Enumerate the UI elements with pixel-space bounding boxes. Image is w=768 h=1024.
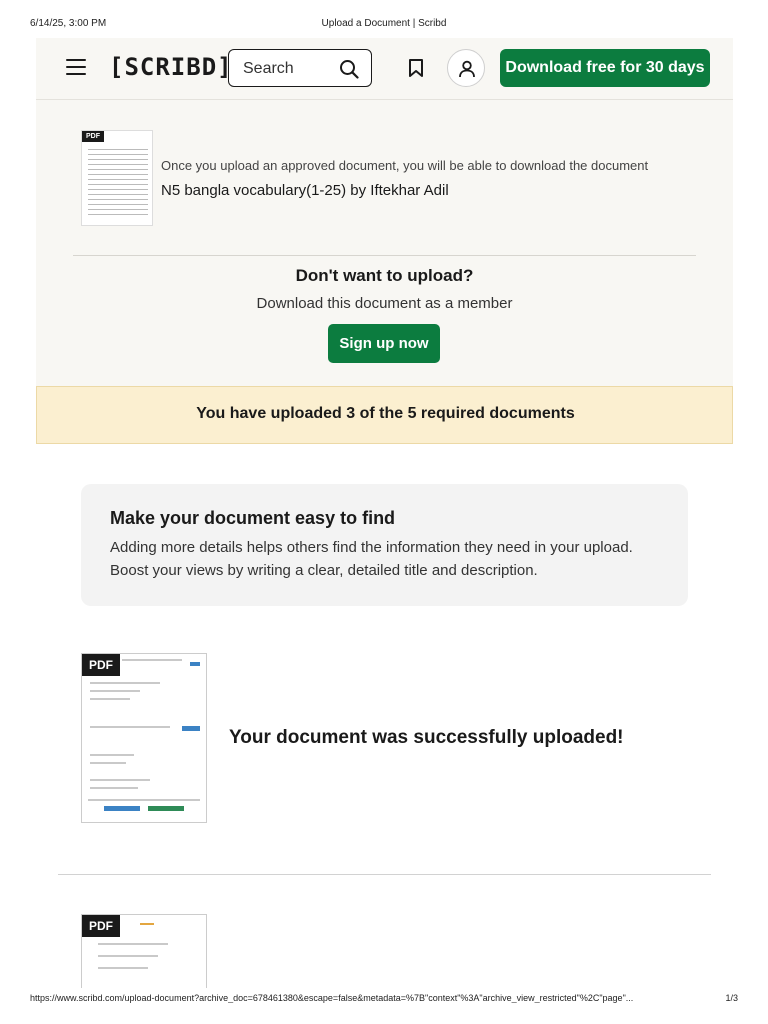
hamburger-menu-icon[interactable]	[66, 59, 86, 77]
thumbnail-line	[90, 787, 138, 789]
search-icon[interactable]	[339, 59, 359, 79]
thumbnail-line	[98, 967, 148, 969]
thumbnail-button	[190, 662, 200, 666]
thumbnail-line	[98, 943, 168, 945]
print-footer: https://www.scribd.com/upload-document?a…	[0, 993, 768, 1007]
thumbnail-line	[90, 762, 126, 764]
thumbnail-line	[90, 682, 160, 684]
document-tip-card: Make your document easy to find Adding m…	[81, 484, 688, 606]
member-download-text: Download this document as a member	[256, 295, 513, 312]
pdf-badge: PDF	[82, 915, 120, 937]
download-free-button[interactable]: Download free for 30 days	[500, 49, 710, 87]
scribd-page: [SCRIBD] Search Download free for 30 day…	[36, 38, 733, 988]
document-thumbnail: PDF	[81, 130, 153, 226]
upload-progress-text: You have uploaded 3 of the 5 required do…	[196, 405, 575, 422]
thumbnail-button	[104, 806, 140, 811]
dont-want-upload-heading: Don't want to upload?	[295, 266, 474, 285]
bookmark-icon[interactable]	[407, 58, 425, 78]
account-button[interactable]	[447, 49, 485, 87]
upload-prompt-section: PDF Once you upload an approved document…	[36, 100, 733, 386]
thumbnail-line	[90, 690, 140, 692]
tip-line-1: Adding more details helps others find th…	[110, 539, 633, 556]
top-navigation-bar: [SCRIBD] Search Download free for 30 day…	[36, 38, 733, 100]
upload-instruction-text: Once you upload an approved document, yo…	[161, 158, 649, 173]
uploaded-document-thumbnail[interactable]: PDF	[81, 653, 207, 823]
thumbnail-line	[90, 726, 170, 728]
thumbnail-line	[88, 799, 200, 801]
thumbnail-button	[182, 726, 200, 731]
thumbnail-button	[148, 806, 184, 811]
document-title: N5 bangla vocabulary(1-25) by Iftekhar A…	[161, 182, 449, 199]
print-url: https://www.scribd.com/upload-document?a…	[30, 993, 634, 1003]
divider	[73, 255, 696, 256]
search-input[interactable]: Search	[228, 49, 372, 87]
pdf-badge: PDF	[82, 131, 104, 142]
thumbnail-logo-mark	[140, 923, 154, 925]
thumbnail-table-preview	[88, 145, 148, 215]
user-icon	[459, 60, 475, 78]
search-placeholder: Search	[243, 60, 294, 77]
thumbnail-line	[90, 779, 150, 781]
pdf-badge: PDF	[82, 654, 120, 676]
upload-progress-banner: You have uploaded 3 of the 5 required do…	[36, 386, 733, 444]
thumbnail-line	[90, 698, 130, 700]
scribd-logo[interactable]: [SCRIBD]	[109, 53, 233, 81]
tip-title: Make your document easy to find	[110, 508, 396, 528]
thumbnail-line	[98, 955, 158, 957]
thumbnail-line	[90, 754, 134, 756]
thumbnail-line	[122, 659, 182, 661]
sign-up-button[interactable]: Sign up now	[328, 324, 440, 363]
tip-line-2: Boost your views by writing a clear, det…	[110, 562, 538, 579]
divider	[58, 874, 711, 875]
upload-success-message: Your document was successfully uploaded!	[229, 727, 624, 748]
uploaded-document-thumbnail[interactable]: PDF	[81, 914, 207, 988]
print-page-number: 1/3	[725, 993, 738, 1003]
print-header: 6/14/25, 3:00 PM Upload a Document | Scr…	[0, 18, 768, 32]
print-page-title: Upload a Document | Scribd	[321, 18, 447, 29]
